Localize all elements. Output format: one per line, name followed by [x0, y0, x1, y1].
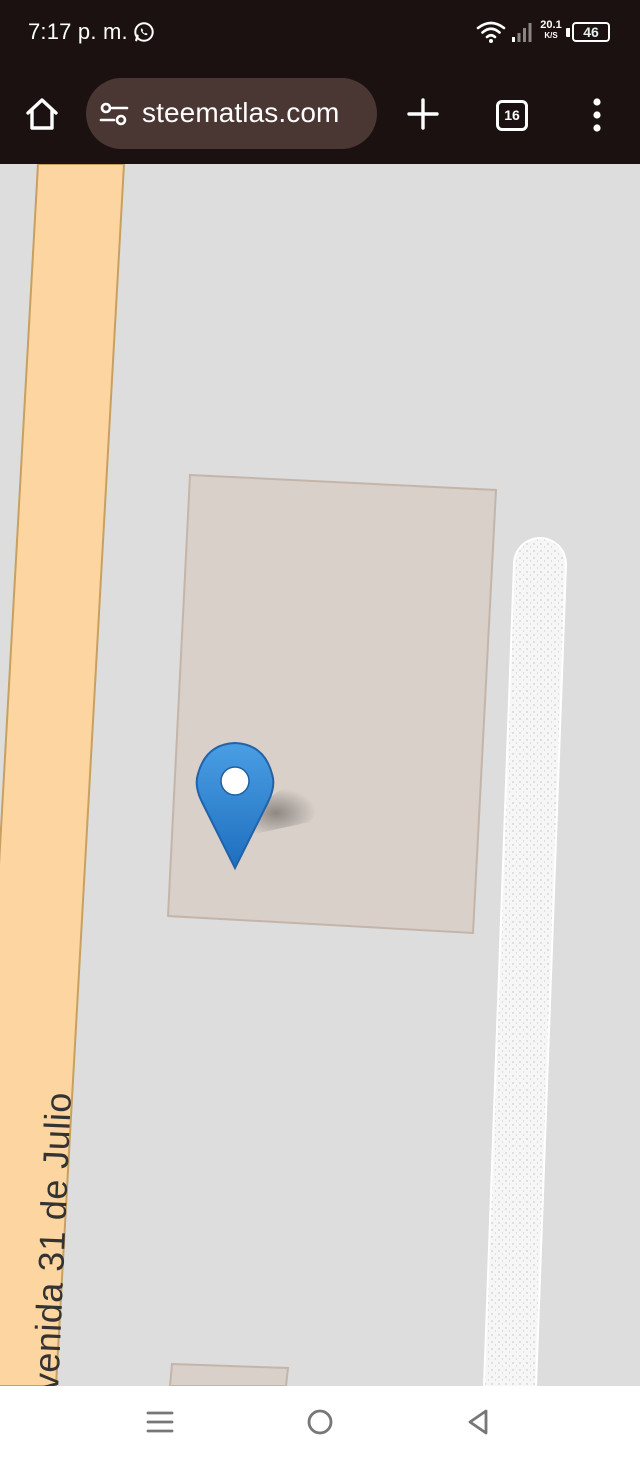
navigation-bar — [0, 1386, 640, 1458]
building-lower — [168, 1362, 290, 1386]
battery-level: 46 — [583, 24, 599, 40]
status-bar: 7:17 p. m. 20.1 K/S 46 — [0, 0, 640, 66]
battery-tip — [566, 28, 570, 37]
new-tab-icon[interactable] — [405, 96, 441, 132]
address-bar[interactable]: steematlas.com — [86, 78, 377, 149]
home-icon[interactable] — [22, 94, 62, 134]
home-circle-icon[interactable] — [305, 1408, 335, 1436]
status-time: 7:17 p. m. — [28, 19, 128, 44]
map-pin-icon[interactable] — [194, 740, 278, 872]
network-speed-value: 20.1 — [540, 19, 562, 31]
map-view[interactable]: Avenida 31 de Julio — [0, 164, 640, 1386]
whatsapp-icon — [134, 22, 154, 42]
map-tiles — [0, 164, 567, 1386]
tabs-icon[interactable]: 16 — [496, 100, 528, 131]
more-menu-icon[interactable] — [580, 96, 614, 134]
recent-apps-icon[interactable] — [145, 1408, 175, 1436]
back-icon[interactable] — [464, 1408, 494, 1436]
battery-icon: 46 — [572, 22, 610, 42]
site-settings-icon[interactable] — [99, 100, 129, 128]
wifi-icon — [476, 21, 506, 43]
pedestrian-path-texture — [485, 539, 565, 1386]
network-speed: 20.1 K/S — [538, 20, 564, 41]
url-text[interactable]: steematlas.com — [142, 97, 339, 129]
network-speed-unit: K/S — [544, 31, 558, 40]
browser-toolbar: steematlas.com 16 — [0, 66, 640, 164]
signal-icon — [512, 23, 532, 42]
tab-count: 16 — [504, 107, 520, 123]
